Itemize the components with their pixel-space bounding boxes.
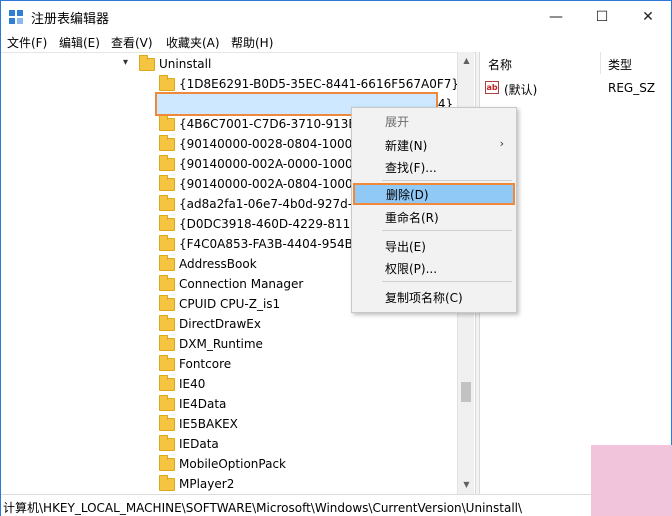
tree-item-label: MobileOptionPack [179, 457, 287, 471]
tree-item-label: DirectDrawEx [179, 317, 261, 331]
folder-icon [159, 415, 175, 431]
folder-icon [159, 275, 175, 291]
context-menu-item-rename[interactable]: 重命名(R) [352, 206, 516, 228]
registry-path: 计算机\HKEY_LOCAL_MACHINE\SOFTWARE\Microsof… [3, 501, 523, 515]
folder-icon [159, 75, 175, 91]
folder-icon [159, 455, 175, 471]
tree-item-label: MPlayer2 [179, 477, 235, 491]
string-value-icon: ab [485, 81, 499, 94]
tree-item-label: IE4Data [179, 397, 227, 411]
tree-item-label: IE5BAKEX [179, 417, 238, 431]
context-menu-label: 展开 [385, 115, 410, 129]
tree-item-label: IE40 [179, 377, 206, 391]
submenu-arrow-icon: › [499, 137, 504, 150]
folder-icon [159, 315, 175, 331]
tree-item[interactable]: IE4Data [1, 395, 461, 415]
value-name: (默认) [504, 83, 538, 97]
tree-item-label: {ad8a2fa1-06e7-4b0d-927d-6 [179, 197, 360, 211]
status-bar: 计算机\HKEY_LOCAL_MACHINE\SOFTWARE\Microsof… [1, 494, 671, 516]
menu-separator [382, 281, 512, 282]
folder-icon [139, 55, 155, 71]
menu-separator [382, 230, 512, 231]
folder-icon [159, 135, 175, 151]
tree-item[interactable]: MPlayer2 [1, 475, 461, 494]
context-menu-label: 重命名(R) [385, 211, 439, 225]
tree-item[interactable]: IE40 [1, 375, 461, 395]
registry-app-icon [9, 10, 23, 24]
tree-item-label: {1D8E6291-B0D5-35EC-8441-6616F567A0F7} [179, 77, 460, 91]
folder-icon [159, 335, 175, 351]
scroll-up-arrow-icon[interactable]: ▲ [458, 52, 475, 68]
context-menu-label: 权限(P)... [385, 262, 438, 276]
tree-item-label: CPUID CPU-Z_is1 [179, 297, 281, 311]
column-divider[interactable] [600, 52, 601, 74]
folder-icon [159, 215, 175, 231]
close-button[interactable]: ✕ [625, 1, 671, 32]
tree-item-label: {90140000-0028-0804-1000-0 [179, 137, 365, 151]
context-menu-item-delete[interactable]: 删除(D) [353, 183, 515, 205]
context-menu-label: 删除(D) [386, 188, 429, 202]
decorative-corner [591, 445, 672, 516]
menu-view[interactable]: 查看(V) [111, 34, 153, 51]
tree-item[interactable]: MobileOptionPack [1, 455, 461, 475]
folder-icon [159, 115, 175, 131]
column-header-type[interactable]: 类型 [608, 56, 632, 73]
context-menu-item-find[interactable]: 查找(F)... [352, 156, 516, 178]
tree-item-label: IEData [179, 437, 219, 451]
window-title: 注册表编辑器 [31, 12, 110, 27]
tree-item[interactable]: IE5BAKEX [1, 415, 461, 435]
folder-icon [159, 175, 175, 191]
minimize-button[interactable]: — [533, 1, 579, 32]
tree-item-label: Fontcore [179, 357, 232, 371]
folder-icon [159, 475, 175, 491]
tree-item-label: {F4C0A853-FA3B-4404-954B-7 [179, 237, 365, 251]
folder-icon [159, 195, 175, 211]
context-menu-item-copy-key-name[interactable]: 复制项名称(C) [352, 286, 516, 308]
registry-editor-window: 注册表编辑器 — ☐ ✕ 文件(F) 编辑(E) 查看(V) 收藏夹(A) 帮助… [0, 0, 672, 516]
folder-icon [159, 235, 175, 251]
chevron-down-icon[interactable]: ▾ [123, 57, 128, 68]
menu-file[interactable]: 文件(F) [7, 34, 47, 51]
tree-item-label: {90140000-002A-0804-1000-0 [179, 177, 365, 191]
menu-favorites[interactable]: 收藏夹(A) [166, 34, 220, 51]
context-menu-item-new[interactable]: 新建(N) › [352, 134, 516, 156]
folder-icon [159, 375, 175, 391]
folder-icon [159, 395, 175, 411]
context-menu: 展开 新建(N) › 查找(F)... 删除(D) 重命名(R) 导出(E) 权… [351, 107, 517, 313]
tree-item-uninstall[interactable]: ▾ Uninstall [1, 55, 461, 75]
column-header-name[interactable]: 名称 [488, 56, 512, 73]
context-menu-item-permissions[interactable]: 权限(P)... [352, 257, 516, 279]
folder-icon [159, 255, 175, 271]
tree-item-label: {90140000-002A-0000-1000-0 [179, 157, 365, 171]
context-menu-label: 复制项名称(C) [385, 291, 463, 305]
tree-item-label: Connection Manager [179, 277, 304, 291]
scroll-thumb[interactable] [461, 382, 471, 402]
value-type: REG_SZ [608, 81, 656, 95]
folder-icon [159, 355, 175, 371]
menu-help[interactable]: 帮助(H) [231, 34, 273, 51]
menu-bar: 文件(F) 编辑(E) 查看(V) 收藏夹(A) 帮助(H) [1, 32, 671, 52]
maximize-button[interactable]: ☐ [579, 1, 625, 32]
context-menu-label: 新建(N) [385, 139, 428, 153]
folder-icon [159, 295, 175, 311]
tree-item[interactable]: IEData [1, 435, 461, 455]
tree-item[interactable]: Fontcore [1, 355, 461, 375]
scroll-down-arrow-icon[interactable]: ▼ [458, 476, 475, 492]
folder-icon [159, 155, 175, 171]
folder-icon [159, 435, 175, 451]
tree-item-label: Uninstall [159, 57, 212, 71]
menu-separator [382, 180, 512, 181]
context-menu-item-export[interactable]: 导出(E) [352, 235, 516, 257]
tree-item-label: {4B6C7001-C7D6-3710-913E- [179, 117, 361, 131]
tree-item-label: DXM_Runtime [179, 337, 263, 351]
tree-item[interactable]: DXM_Runtime [1, 335, 461, 355]
context-menu-item-expand[interactable]: 展开 [352, 110, 516, 132]
context-menu-label: 导出(E) [385, 240, 426, 254]
title-bar[interactable]: 注册表编辑器 — ☐ ✕ [1, 1, 671, 32]
context-menu-label: 查找(F)... [385, 161, 437, 175]
tree-item-label: AddressBook [179, 257, 257, 271]
tree-item[interactable]: DirectDrawEx [1, 315, 461, 335]
menu-edit[interactable]: 编辑(E) [59, 34, 100, 51]
tree-item-label: {D0DC3918-460D-4229-811E- [179, 217, 363, 231]
